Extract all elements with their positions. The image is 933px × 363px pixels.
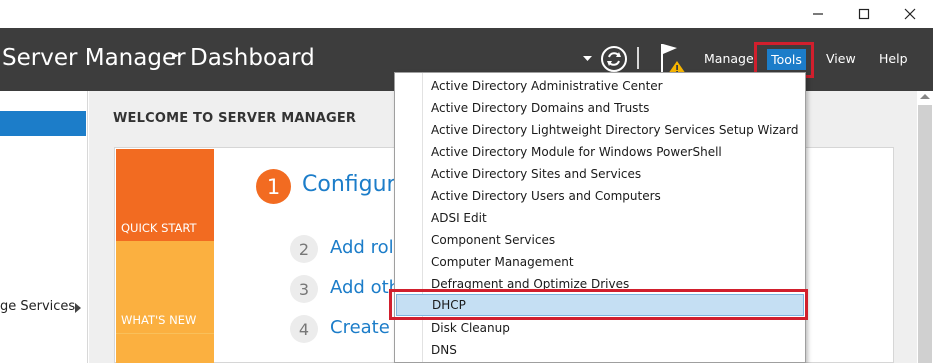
menu-manage[interactable]: Manage <box>704 51 754 66</box>
step-1-number: 1 <box>256 169 291 204</box>
tile-quick-start[interactable]: QUICK START <box>116 149 214 241</box>
tile-quick-start-label: QUICK START <box>121 221 197 235</box>
menu-view[interactable]: View <box>826 51 856 66</box>
tile-whats-new-label: WHAT'S NEW <box>121 313 197 327</box>
step-2-number: 2 <box>290 235 318 263</box>
refresh-icon[interactable] <box>600 45 628 73</box>
welcome-title: WELCOME TO SERVER MANAGER <box>113 111 357 126</box>
sidebar-item-dashboard[interactable] <box>0 111 86 136</box>
menu-item-adsi-edit[interactable]: ADSI Edit <box>396 207 804 229</box>
breadcrumb-app[interactable]: Server Manager <box>2 45 186 71</box>
sidebar-item-services[interactable]: ge Services <box>0 299 75 314</box>
breadcrumb-page: Dashboard <box>190 45 315 71</box>
menu-item-ad-domains-trusts[interactable]: Active Directory Domains and Trusts <box>396 97 804 119</box>
menu-item-ad-admin-center[interactable]: Active Directory Administrative Center <box>396 75 804 97</box>
tile-learn-more[interactable] <box>116 333 214 363</box>
vertical-scrollbar[interactable] <box>917 91 933 363</box>
menu-item-component-services[interactable]: Component Services <box>396 229 804 251</box>
dropdown-arrow-icon[interactable] <box>583 56 592 62</box>
maximize-icon <box>858 8 870 20</box>
menu-item-ad-sites-services[interactable]: Active Directory Sites and Services <box>396 163 804 185</box>
menu-item-dns[interactable]: DNS <box>396 339 804 361</box>
notifications-flag-icon[interactable] <box>657 41 689 75</box>
minimize-button[interactable] <box>795 0 841 28</box>
tile-whats-new[interactable]: WHAT'S NEW <box>116 241 214 333</box>
step-4-number: 4 <box>290 315 318 343</box>
sidebar: ge Services <box>0 91 88 363</box>
header-divider <box>637 47 639 69</box>
minimize-icon <box>813 13 823 15</box>
maximize-button[interactable] <box>841 0 887 28</box>
step-1-link[interactable]: Configure <box>302 172 409 197</box>
dhcp-highlight-box <box>389 289 808 320</box>
menu-help[interactable]: Help <box>879 51 908 66</box>
menu-item-ad-powershell[interactable]: Active Directory Module for Windows Powe… <box>396 141 804 163</box>
scroll-up-icon[interactable] <box>920 94 930 99</box>
step-3-number: 3 <box>290 275 318 303</box>
breadcrumb-separator-icon: ▸ <box>172 48 179 63</box>
menu-item-disk-cleanup[interactable]: Disk Cleanup <box>396 317 804 339</box>
menu-item-adlds-setup[interactable]: Active Directory Lightweight Directory S… <box>396 119 804 141</box>
close-button[interactable] <box>887 0 933 28</box>
scrollbar-thumb[interactable] <box>918 105 932 363</box>
title-bar <box>0 0 933 28</box>
chevron-right-icon[interactable] <box>75 303 81 313</box>
close-icon <box>904 8 916 20</box>
menu-item-computer-management[interactable]: Computer Management <box>396 251 804 273</box>
menu-item-ad-users-computers[interactable]: Active Directory Users and Computers <box>396 185 804 207</box>
